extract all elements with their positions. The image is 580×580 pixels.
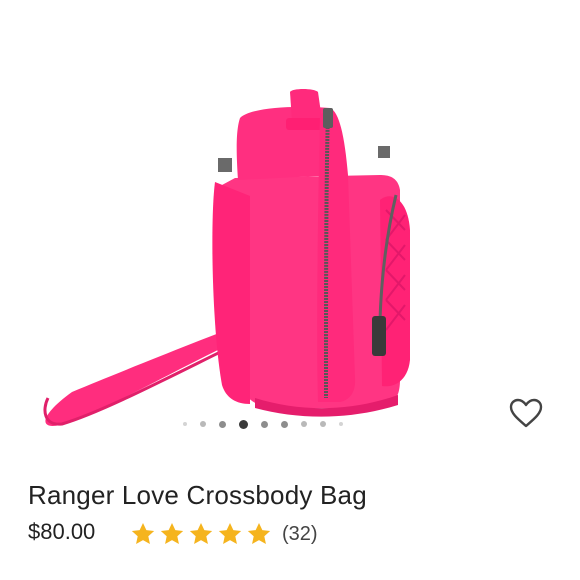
star-icon: [247, 522, 271, 544]
product-price: $80.00: [28, 519, 96, 544]
gallery-dot[interactable]: [339, 422, 343, 426]
gallery-dot[interactable]: [219, 420, 226, 428]
gallery-dot[interactable]: [183, 422, 187, 426]
star-icon: [160, 522, 184, 544]
crossbody-bag-illustration: [43, 89, 410, 426]
gallery-dot[interactable]: [200, 421, 206, 427]
gallery-dot[interactable]: [301, 421, 307, 427]
gallery-dot-active[interactable]: [239, 419, 248, 429]
product-rating[interactable]: (32): [130, 519, 318, 549]
product-image[interactable]: [0, 0, 580, 470]
star-icon: [189, 522, 213, 544]
gallery-dot[interactable]: [281, 420, 288, 428]
star-icon: [218, 522, 242, 544]
wishlist-button[interactable]: [508, 397, 544, 429]
review-count[interactable]: (32): [282, 523, 318, 546]
heart-outline-icon: [509, 398, 543, 428]
gallery-pagination: [183, 418, 343, 430]
gallery-dot[interactable]: [261, 420, 268, 428]
star-icon: [131, 522, 155, 544]
product-title[interactable]: Ranger Love Crossbody Bag: [28, 480, 367, 511]
rating-stars: [130, 521, 272, 547]
gallery-dot[interactable]: [320, 421, 326, 427]
